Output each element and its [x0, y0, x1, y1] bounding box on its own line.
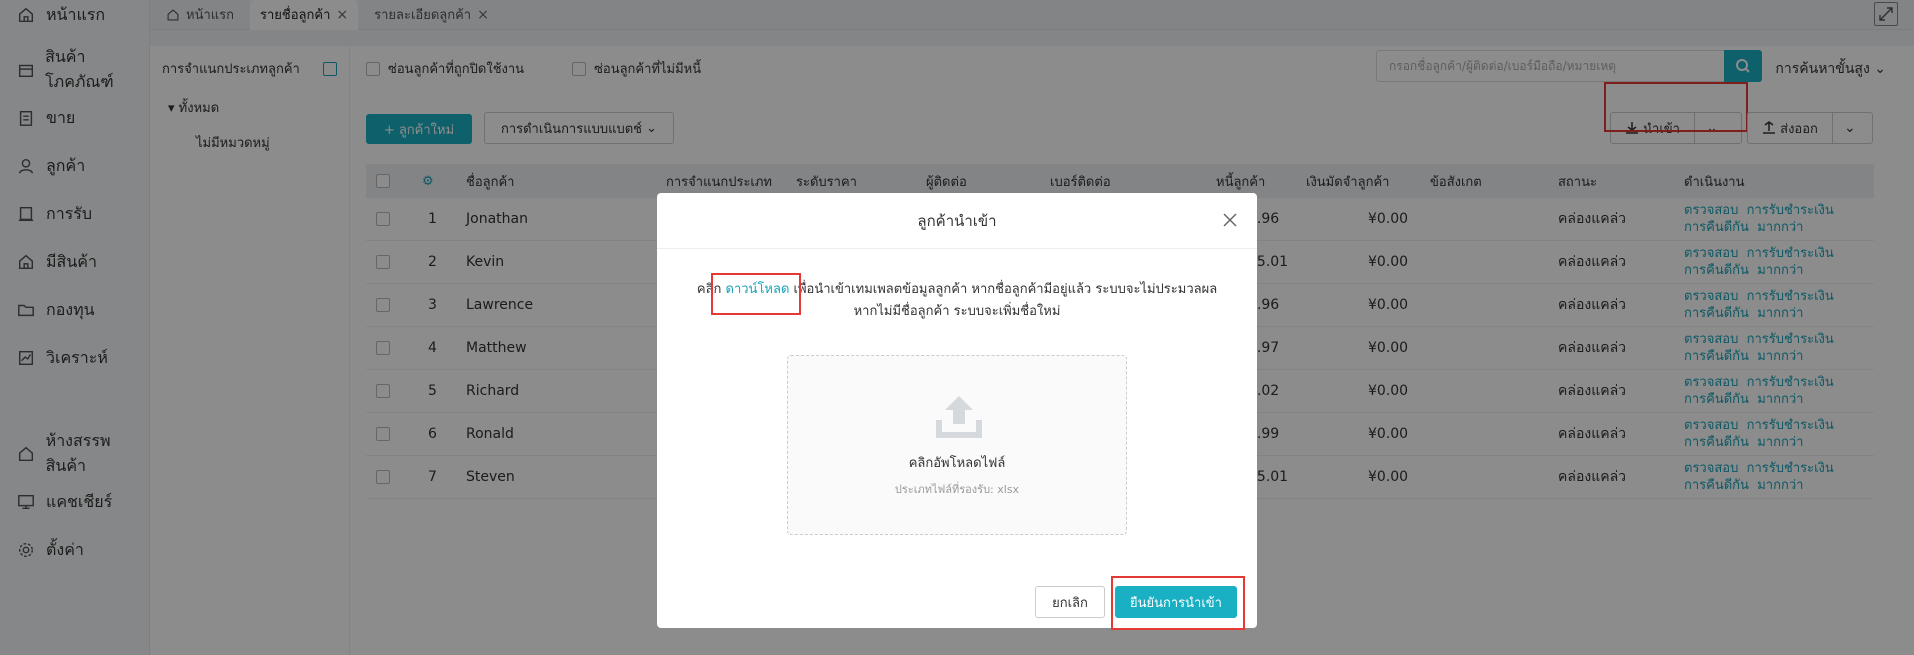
import-customers-modal: ลูกค้านำเข้า คลิก ดาวน์โหลด เพื่อนำเข้าเ… [657, 193, 1257, 630]
download-highlight [711, 273, 801, 315]
cancel-button[interactable]: ยกเลิก [1035, 586, 1105, 618]
file-upload-area[interactable]: คลิกอัพโหลดไฟล์ ประเภทไฟล์ที่รองรับ: xls… [787, 355, 1127, 535]
upload-icon [936, 396, 982, 438]
modal-title: ลูกค้านำเข้า [657, 193, 1257, 249]
close-icon[interactable] [1221, 211, 1239, 229]
upload-label: คลิกอัพโหลดไฟล์ [908, 456, 1006, 471]
upload-file-types: ประเภทไฟล์ที่รองรับ: xlsx [894, 483, 1020, 496]
confirm-highlight [1111, 576, 1245, 630]
